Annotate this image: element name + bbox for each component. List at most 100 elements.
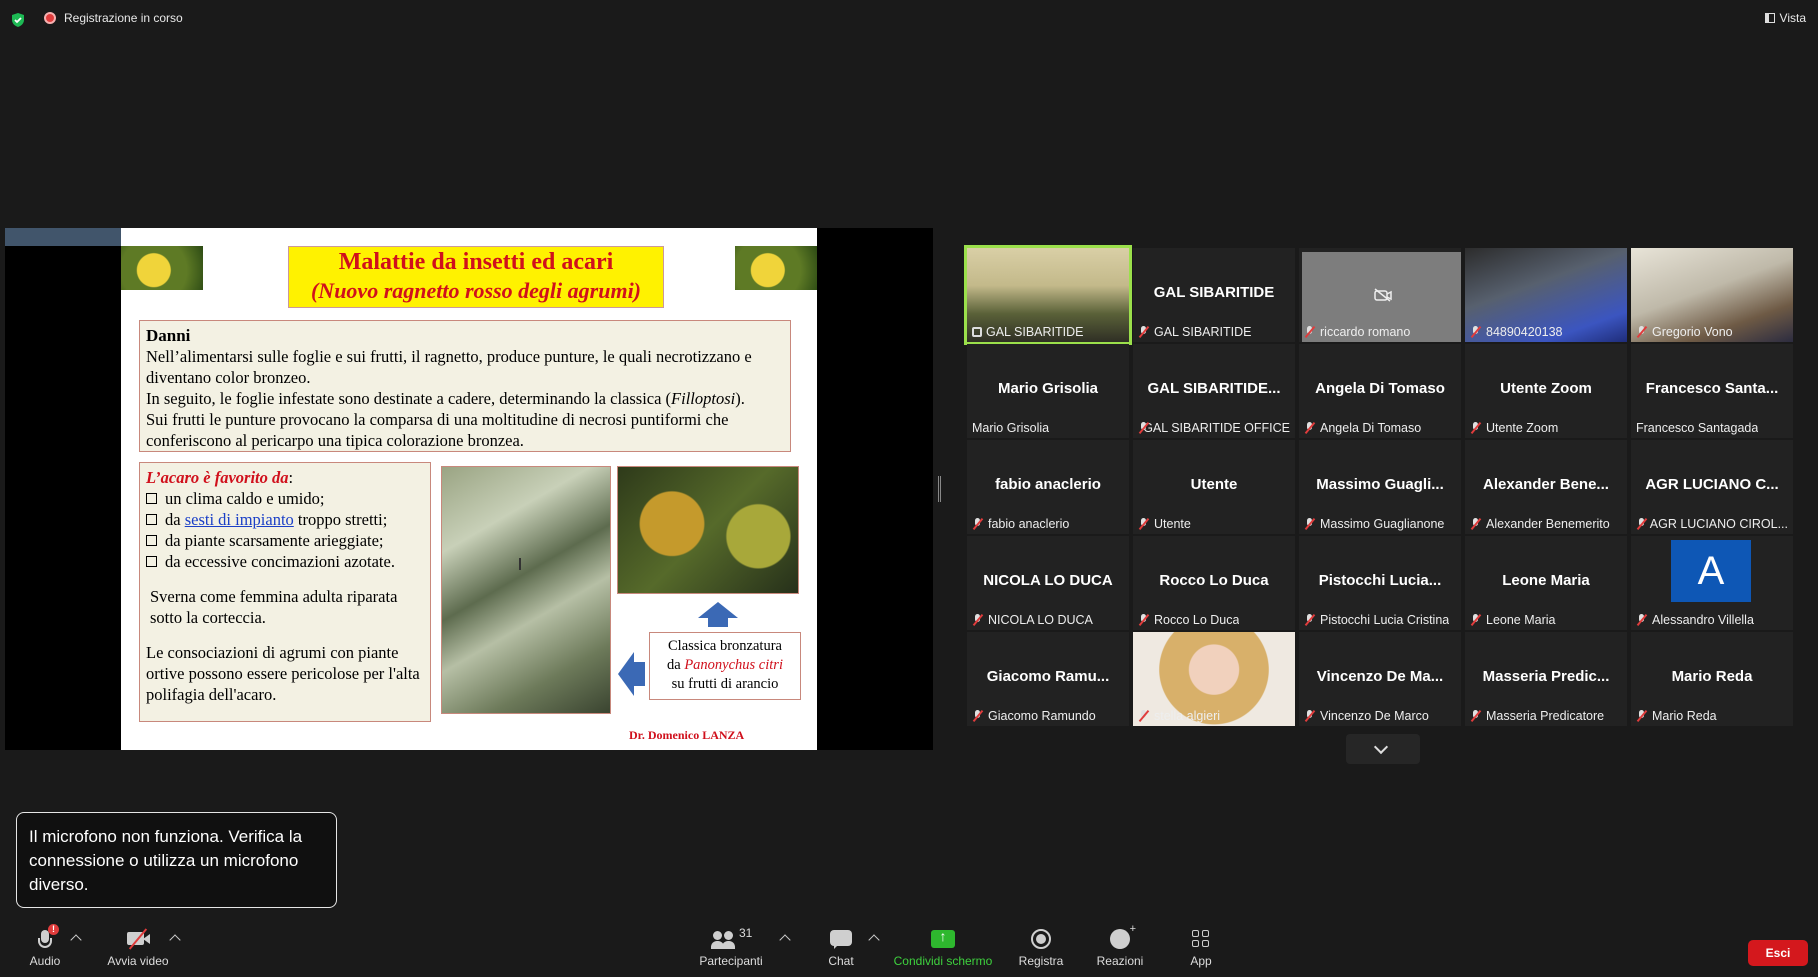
participant-tile[interactable]: Masseria Predic... Masseria Predicatore	[1465, 632, 1627, 726]
danni-paragraph-2: In seguito, le foglie infestate sono des…	[146, 389, 745, 408]
muted-microphone-icon	[1304, 518, 1316, 530]
participant-tile[interactable]: GAL SIBARITIDE... GAL SIBARITIDE OFFICE	[1133, 344, 1295, 438]
participant-name-label: riccardo romano	[1304, 325, 1410, 339]
participant-tile[interactable]: GAL SIBARITIDE GAL SIBARITIDE	[1133, 248, 1295, 342]
share-screen-label: Condividi schermo	[893, 954, 993, 968]
participant-tile[interactable]: NICOLA LO DUCA NICOLA LO DUCA	[967, 536, 1129, 630]
audio-label: Audio	[29, 954, 61, 968]
leave-meeting-button[interactable]: Esci	[1748, 940, 1808, 966]
acaro-heading: L’acaro è favorito da:	[146, 468, 294, 487]
participant-tile[interactable]: fabio anaclerio fabio anaclerio	[967, 440, 1129, 534]
participant-name-text: Alessandro Villella	[1652, 613, 1754, 627]
participant-tile[interactable]: Pistocchi Lucia... Pistocchi Lucia Cristi…	[1299, 536, 1461, 630]
muted-microphone-icon	[1470, 710, 1482, 722]
participant-tile[interactable]: Francesco Santa... Francesco Santagada	[1631, 344, 1793, 438]
muted-microphone-icon	[1636, 326, 1648, 338]
participant-tile[interactable]: Alexander Bene... Alexander Benemerito	[1465, 440, 1627, 534]
view-button[interactable]: Vista	[1764, 11, 1806, 25]
participant-tile[interactable]: riccardo romano	[1299, 248, 1461, 342]
participant-name-label: Utente Zoom	[1470, 421, 1558, 435]
participant-name-text: AGR LUCIANO CIROL...	[1649, 517, 1788, 531]
participant-name-text: Giacomo Ramundo	[988, 709, 1096, 723]
participants-options-caret-icon[interactable]	[779, 934, 791, 946]
checkbox-square-icon	[146, 493, 157, 504]
muted-microphone-icon	[972, 518, 984, 530]
video-camera-off-icon	[126, 928, 150, 950]
chat-button[interactable]: Chat	[826, 928, 856, 968]
sverna-text: Sverna come femmina adulta riparata sott…	[150, 587, 398, 627]
pin-icon	[972, 327, 982, 337]
chat-options-caret-icon[interactable]	[868, 934, 880, 946]
record-button[interactable]: Registra	[1018, 928, 1064, 968]
participant-name-text: Pistocchi Lucia Cristina	[1320, 613, 1450, 627]
participant-tile[interactable]: Angela Di Tomaso Angela Di Tomaso	[1299, 344, 1461, 438]
chat-bubble-icon	[829, 928, 853, 950]
participant-name-text: Mario Grisolia	[972, 421, 1050, 435]
participant-tile[interactable]: Mario Reda Mario Reda	[1631, 632, 1793, 726]
participant-tile[interactable]: Gregorio Vono	[1631, 248, 1793, 342]
participant-tile[interactable]: Vincenzo De Ma... Vincenzo De Marco	[1299, 632, 1461, 726]
participant-display-name: Masseria Predic...	[1482, 668, 1610, 685]
audio-options-caret-icon[interactable]	[70, 934, 82, 946]
security-shield-icon[interactable]	[10, 12, 26, 28]
muted-microphone-icon	[1138, 422, 1148, 434]
participant-name-label: Pistocchi Lucia Cristina	[1304, 613, 1449, 627]
danni-box: Danni Nell’alimentarsi sulle foglie e su…	[139, 320, 791, 452]
slide-title-line1: Malattie da insetti ed acari	[338, 249, 614, 275]
participant-display-name: Giacomo Ramu...	[986, 668, 1110, 685]
muted-microphone-icon	[1138, 614, 1150, 626]
participant-tile[interactable]: AGR LUCIANO C... AGR LUCIANO CIROL...	[1631, 440, 1793, 534]
participant-name-label: Gregorio Vono	[1636, 325, 1733, 339]
leaves-photo	[441, 466, 611, 714]
participant-display-name: GAL SIBARITIDE...	[1147, 380, 1281, 397]
participant-name-label: Leone Maria	[1470, 613, 1556, 627]
participant-tile[interactable]: Massimo Guagli... Massimo Guaglianone	[1299, 440, 1461, 534]
participant-tile[interactable]: Giacomo Ramu... Giacomo Ramundo	[967, 632, 1129, 726]
arrow-up-icon	[698, 602, 738, 618]
participant-tile[interactable]: stella algieri	[1133, 632, 1295, 726]
apps-button[interactable]: App	[1186, 928, 1216, 968]
participant-name-text: Francesco Santagada	[1636, 421, 1759, 435]
muted-microphone-icon	[1636, 518, 1646, 530]
participant-tile[interactable]: Utente Zoom Utente Zoom	[1465, 344, 1627, 438]
participants-label: Partecipanti	[699, 954, 763, 968]
participant-name-label: Alessandro Villella	[1636, 613, 1754, 627]
participant-name-text: Utente Zoom	[1486, 421, 1559, 435]
checkbox-square-icon	[146, 556, 157, 567]
participant-tile[interactable]: 84890420138	[1465, 248, 1627, 342]
participant-name-label: Giacomo Ramundo	[972, 709, 1096, 723]
participant-tile[interactable]: GAL SIBARITIDE	[964, 245, 1132, 345]
participant-name-label: Mario Reda	[1636, 709, 1717, 723]
start-video-button[interactable]: Avvia video	[104, 928, 172, 968]
split-view-handle[interactable]	[938, 476, 941, 502]
participants-button[interactable]: 31 Partecipanti	[696, 926, 766, 968]
reactions-button[interactable]: Reazioni	[1096, 923, 1144, 968]
arrow-left-icon	[618, 652, 634, 696]
participant-name-label: stella algieri	[1138, 709, 1220, 723]
participant-tile[interactable]: Mario Grisolia Mario Grisolia	[967, 344, 1129, 438]
photo-caption: Classica bronzatura da Panonychus citri …	[649, 632, 801, 700]
participant-name-text: Leone Maria	[1486, 613, 1556, 627]
view-layout-icon	[1764, 13, 1775, 23]
participants-count: 31	[739, 926, 753, 940]
participant-name-label: AGR LUCIANO CIROL...	[1636, 517, 1788, 531]
audio-button[interactable]: ! Audio	[24, 924, 66, 968]
recording-indicator[interactable]: Registrazione in corso	[44, 11, 183, 25]
consociazioni-text: Le consociazioni di agrumi con piante or…	[146, 643, 420, 704]
participant-tile[interactable]: Utente Utente	[1133, 440, 1295, 534]
gallery-next-page-button[interactable]	[1346, 734, 1420, 764]
shared-screen[interactable]: Malattie da insetti ed acari (Nuovo ragn…	[5, 228, 933, 750]
arrow-up-stem	[708, 617, 728, 627]
participant-tile[interactable]: Leone Maria Leone Maria	[1465, 536, 1627, 630]
sesti-impianto-link[interactable]: sesti di impianto	[185, 510, 294, 529]
participant-display-name: Alexander Bene...	[1483, 476, 1609, 493]
record-label: Registra	[1018, 954, 1064, 968]
participant-tile[interactable]: Rocco Lo Duca Rocco Lo Duca	[1133, 536, 1295, 630]
participant-display-name: GAL SIBARITIDE	[1153, 284, 1275, 301]
danni-paragraph-3: Sui frutti le punture provocano la compa…	[146, 410, 729, 450]
chevron-down-icon	[1373, 739, 1389, 755]
microphone-icon: !	[33, 924, 59, 950]
toast-message: Il microfono non funziona. Verifica la c…	[29, 827, 303, 894]
participant-tile[interactable]: A Alessandro Villella	[1631, 536, 1793, 630]
share-screen-button[interactable]: Condividi schermo	[892, 928, 994, 968]
